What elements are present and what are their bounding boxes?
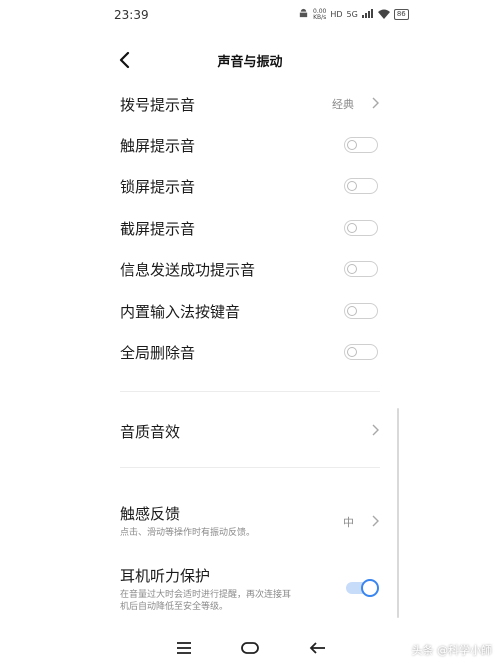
network-speed: 0.00 KB/s <box>313 7 327 21</box>
toggle-knob <box>361 579 379 597</box>
chevron-right-icon <box>372 424 379 436</box>
chevron-right-icon <box>372 515 379 527</box>
row-value: 中 <box>343 516 354 529</box>
page-title: 声音与振动 <box>217 55 283 70</box>
toggle-knob <box>347 346 357 357</box>
sound-quality-row[interactable]: 音质音效 <box>120 411 380 451</box>
home-button[interactable] <box>238 636 262 660</box>
back-icon <box>309 642 325 654</box>
toggle-knob <box>347 222 357 233</box>
android-icon <box>298 8 309 21</box>
battery-icon: 86 <box>393 9 409 20</box>
screenshot-sound-row[interactable]: 截屏提示音 <box>120 208 380 248</box>
row-label: 音质音效 <box>120 423 181 441</box>
touch-sound-toggle[interactable] <box>344 137 378 153</box>
toggle-knob <box>347 180 357 191</box>
message-sent-sound-row[interactable]: 信息发送成功提示音 <box>120 249 380 289</box>
lock-sound-row[interactable]: 锁屏提示音 <box>120 166 380 206</box>
hearing-protection-label: 耳机听力保护 <box>120 567 211 585</box>
home-icon <box>241 642 259 654</box>
chevron-right-icon <box>372 97 379 109</box>
header: 声音与振动 <box>0 40 500 80</box>
hearing-description-line1: 在音量过大时会适时进行提醒，再次连接耳 <box>120 590 292 600</box>
hearing-protection-toggle[interactable] <box>346 578 382 598</box>
message-sent-sound-toggle[interactable] <box>344 261 378 277</box>
toggle-knob <box>347 305 357 316</box>
row-value: 经典 <box>332 98 354 111</box>
signal-label: 5G <box>346 10 358 19</box>
menu-icon <box>177 642 191 654</box>
haptic-label: 触感反馈 <box>120 505 181 523</box>
row-label: 触屏提示音 <box>120 137 196 155</box>
hearing-description-line2: 机后自动降低至安全等级。 <box>120 602 229 612</box>
row-label: 拨号提示音 <box>120 96 196 114</box>
row-label: 全局删除音 <box>120 344 196 362</box>
signal-icon <box>361 9 374 20</box>
scrollbar[interactable] <box>397 408 399 618</box>
row-label: 截屏提示音 <box>120 220 196 238</box>
divider <box>120 467 380 468</box>
status-bar: 23:39 0.00 KB/s HD 5G 86 <box>0 0 500 32</box>
dial-tone-row[interactable]: 拨号提示音 经典 <box>120 84 380 124</box>
hd-label: HD <box>330 10 343 19</box>
lock-sound-toggle[interactable] <box>344 178 378 194</box>
haptic-description: 点击、滑动等操作时有振动反馈。 <box>120 528 256 538</box>
screenshot-sound-toggle[interactable] <box>344 220 378 236</box>
keyboard-sound-toggle[interactable] <box>344 303 378 319</box>
row-label: 信息发送成功提示音 <box>120 261 256 279</box>
menu-button[interactable] <box>172 636 196 660</box>
touch-sound-row[interactable]: 触屏提示音 <box>120 125 380 165</box>
wifi-icon <box>377 9 390 21</box>
row-label: 锁屏提示音 <box>120 178 196 196</box>
delete-sound-row[interactable]: 全局删除音 <box>120 332 380 372</box>
toggle-knob <box>347 139 357 150</box>
keyboard-sound-row[interactable]: 内置输入法按键音 <box>120 291 380 331</box>
row-label: 内置输入法按键音 <box>120 303 241 321</box>
watermark: 头条 @科学小師 <box>411 644 493 657</box>
toggle-knob <box>347 263 357 274</box>
delete-sound-toggle[interactable] <box>344 344 378 360</box>
status-icons: 0.00 KB/s HD 5G 86 <box>298 8 409 21</box>
divider <box>120 391 380 392</box>
back-nav-button[interactable] <box>306 636 330 660</box>
status-time: 23:39 <box>114 8 149 22</box>
